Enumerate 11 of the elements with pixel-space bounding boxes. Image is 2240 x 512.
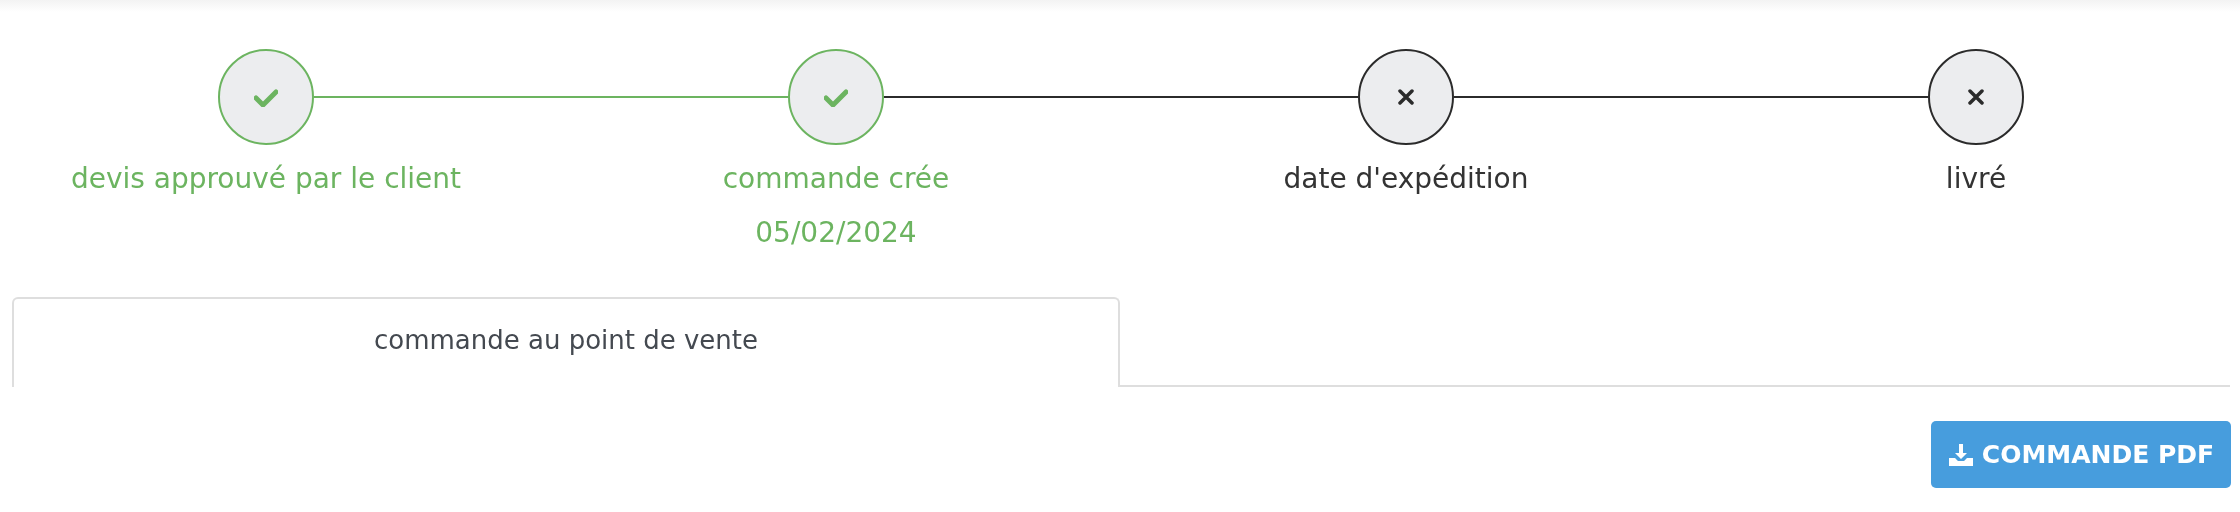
step-label: devis approuvé par le client: [70, 161, 462, 197]
check-icon: [824, 87, 848, 107]
download-icon: [1947, 442, 1974, 467]
cross-icon: [1398, 89, 1414, 105]
step-label: livré: [1945, 161, 2007, 197]
step-label: date d'expédition: [1283, 161, 1529, 197]
tab[interactable]: commande au point de vente: [12, 297, 1120, 387]
step-date: 05/02/2024: [755, 215, 917, 251]
step-label: commande crée: [722, 161, 950, 197]
cross-icon: [1968, 89, 1984, 105]
check-icon: [254, 87, 278, 107]
